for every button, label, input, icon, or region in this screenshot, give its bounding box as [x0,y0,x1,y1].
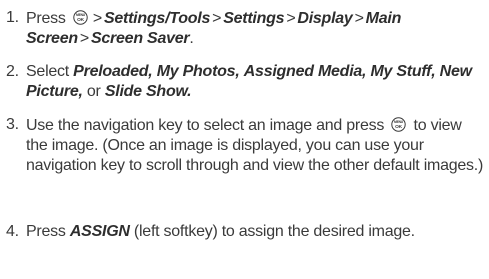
svg-text:OK: OK [395,124,402,130]
step-verb: Select [26,63,69,80]
menu-path-display: Display [297,10,353,27]
step-number: 1. [6,9,19,26]
step-verb: Press [26,223,66,240]
step-text: Press ASSIGN (left softkey) to assign th… [26,222,486,242]
menu-path-settings-tools: Settings/Tools [103,10,211,27]
menu-ok-key-icon: MENU OK [73,10,88,25]
step-text: Use the navigation key to select an imag… [26,115,486,176]
step-text: Press MENU OK > Settings/Tools > Settings > D… [26,10,402,47]
conjunction: or [86,83,101,100]
step-number: 2. [6,63,19,80]
menu-path-screen-saver: Screen Saver [90,30,190,47]
option-my-stuff: My Stuff, [370,63,436,80]
step-text: Select Preloaded, My Photos, Assigned Me… [26,62,486,102]
menu-path-settings: Settings [223,10,285,27]
menu-ok-key-icon: MENU OK [391,117,407,132]
step-verb: Press [26,10,66,27]
instruction-list: 1. Press MENU OK > Settings/Tools > Setting… [0,0,489,279]
softkey-assign: ASSIGN [69,223,130,240]
svg-text:MENU: MENU [76,13,86,17]
svg-text:OK: OK [77,17,84,23]
step-text-suffix: (left softkey) to assign the desired ima… [133,223,415,240]
option-my-photos: My Photos, [156,63,240,80]
step-text-part-a: Use the navigation key to select an imag… [26,117,385,134]
option-preloaded: Preloaded, [73,63,153,80]
step-number: 4. [6,223,19,240]
option-assigned-media: Assigned Media, [243,63,367,80]
step-number: 3. [6,116,19,133]
option-slide-show: Slide Show. [104,83,192,100]
svg-text:MENU: MENU [394,120,404,124]
